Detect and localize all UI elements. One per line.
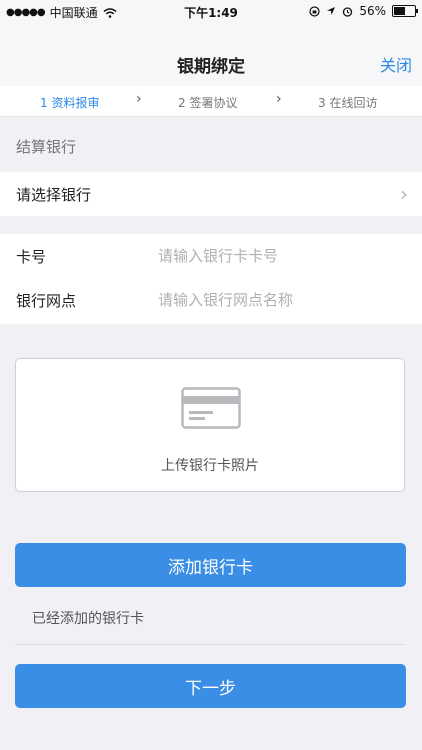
branch-row: 银行网点 bbox=[0, 278, 422, 322]
bank-info-form: 卡号 银行网点 bbox=[0, 234, 422, 324]
step-3: 3 在线回访 bbox=[318, 96, 378, 110]
orientation-lock-icon bbox=[309, 5, 320, 17]
chevron-right-icon: › bbox=[276, 91, 282, 107]
next-step-button[interactable]: 下一步 bbox=[15, 664, 406, 708]
branch-label: 银行网点 bbox=[16, 292, 77, 310]
chevron-right-icon: › bbox=[136, 91, 142, 107]
add-bank-card-button[interactable]: 添加银行卡 bbox=[15, 543, 406, 587]
branch-input[interactable] bbox=[158, 286, 398, 314]
step-indicator: 1 资料报审 › 2 签署协议 › 3 在线回访 bbox=[0, 86, 422, 117]
location-icon bbox=[327, 7, 336, 15]
alarm-icon bbox=[343, 6, 353, 17]
status-bar: ●●●●● 中国联通 下午1:49 56% bbox=[0, 0, 422, 22]
status-right: 56% bbox=[309, 4, 418, 18]
battery-percent: 56% bbox=[359, 4, 386, 18]
settlement-bank-heading: 结算银行 bbox=[16, 138, 77, 156]
battery-icon bbox=[392, 5, 418, 17]
page-title: 银期绑定 bbox=[177, 57, 245, 77]
close-button[interactable]: 关闭 bbox=[380, 52, 412, 76]
card-number-row: 卡号 bbox=[0, 234, 422, 278]
upload-bank-card-photo[interactable]: 上传银行卡照片 bbox=[15, 358, 405, 492]
divider bbox=[15, 644, 406, 645]
step-1: 1 资料报审 bbox=[40, 96, 100, 110]
select-bank-row[interactable]: 请选择银行 › bbox=[0, 172, 422, 216]
upload-label: 上传银行卡照片 bbox=[161, 458, 259, 474]
card-number-label: 卡号 bbox=[16, 248, 47, 266]
chevron-right-icon: › bbox=[400, 182, 408, 206]
navigation-bar: 银期绑定 关闭 bbox=[0, 22, 422, 86]
select-bank-label: 请选择银行 bbox=[16, 186, 92, 204]
bank-card-icon bbox=[181, 387, 241, 429]
card-number-input[interactable] bbox=[158, 242, 398, 270]
added-cards-heading: 已经添加的银行卡 bbox=[32, 611, 144, 627]
step-2: 2 签署协议 bbox=[178, 96, 238, 110]
